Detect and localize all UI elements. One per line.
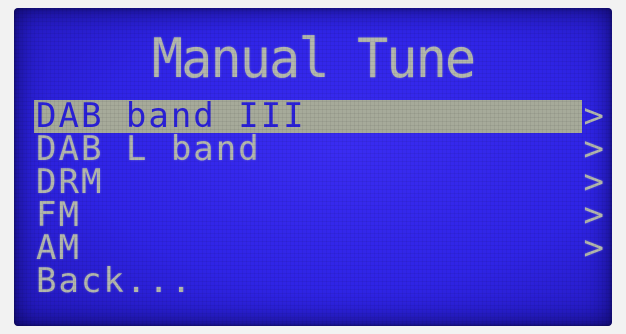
chevron-right-icon: > (583, 228, 606, 268)
menu-item-fm[interactable]: FM > (34, 198, 612, 232)
device-bezel: Manual Tune DAB band III > DAB L band > … (0, 0, 626, 334)
menu-item-dab-l-band[interactable]: DAB L band > (34, 132, 612, 166)
menu-item-label: Back... (36, 261, 194, 301)
menu-item-drm[interactable]: DRM > (34, 165, 612, 199)
lcd-screen: Manual Tune DAB band III > DAB L band > … (14, 8, 612, 326)
screen-title: Manual Tune (151, 27, 476, 91)
menu-item-back[interactable]: Back... (34, 261, 612, 301)
tune-menu: DAB band III > DAB L band > DRM > FM > A… (34, 99, 612, 301)
